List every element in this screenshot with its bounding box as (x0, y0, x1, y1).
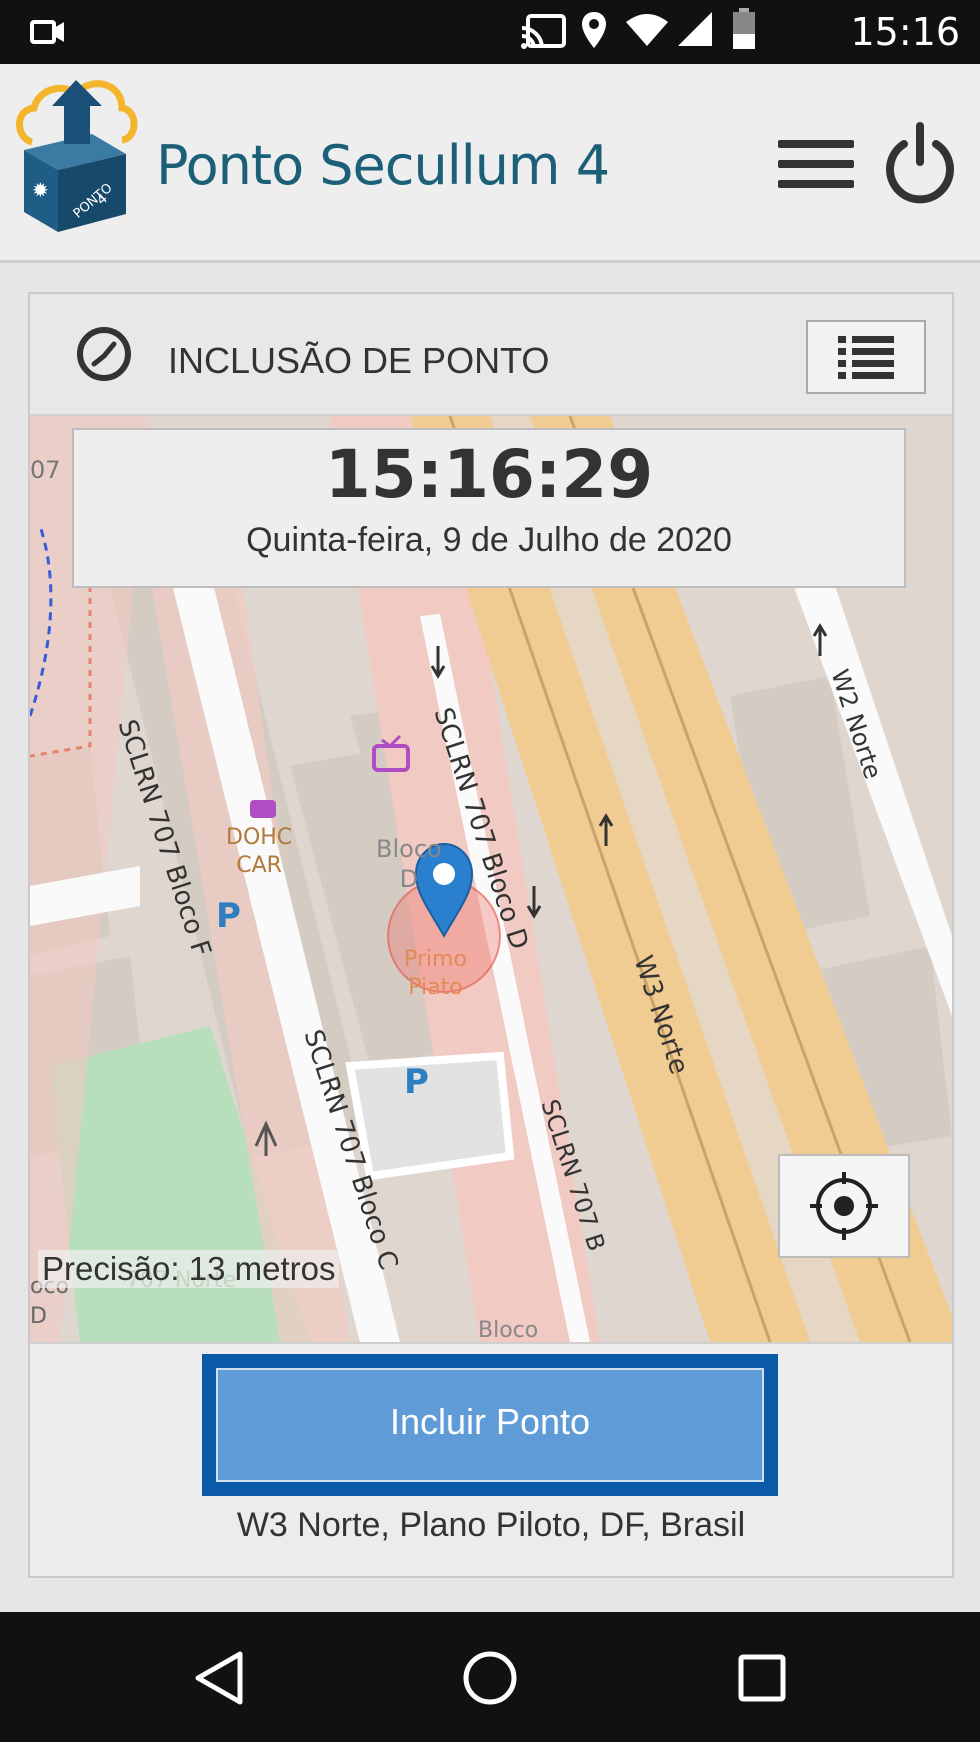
address-text: W3 Norte, Plano Piloto, DF, Brasil (236, 1506, 746, 1544)
app-logo: ✹ PONTO 4 (16, 80, 138, 232)
current-date: Quinta-feira, 9 de Julho de 2020 (246, 521, 732, 559)
svg-text:✹: ✹ (32, 178, 49, 202)
cast-icon (521, 14, 566, 49)
list-icon (838, 336, 894, 379)
action-area: Incluir Ponto W3 Norte, Plano Piloto, DF… (30, 1342, 952, 1576)
map-label-bloco-d: Bloco D (376, 835, 442, 893)
current-time: 15:16:29 (324, 436, 654, 513)
back-icon[interactable] (190, 1650, 250, 1706)
clock-icon (77, 327, 131, 381)
location-icon (582, 12, 606, 48)
signal-icon (678, 12, 712, 46)
clock-panel: 15:16:29 Quinta-feira, 9 de Julho de 202… (72, 428, 906, 588)
locate-icon (810, 1172, 878, 1240)
locate-button[interactable] (778, 1154, 910, 1258)
status-time: 15:16 (850, 10, 960, 54)
power-icon[interactable] (884, 122, 956, 204)
map-label-bloco-bottom: Bloco (478, 1318, 539, 1342)
precision-label: Precisão: 13 metros (38, 1250, 340, 1288)
list-button[interactable] (806, 320, 926, 394)
map-label-dohc-car: DOHC CAR (226, 825, 293, 878)
include-punch-button[interactable]: Incluir Ponto (202, 1354, 778, 1496)
status-bar: 15:16 (0, 0, 980, 64)
home-icon[interactable] (460, 1650, 520, 1710)
include-punch-label: Incluir Ponto (216, 1368, 764, 1482)
card-header: INCLUSÃO DE PONTO (30, 294, 952, 416)
map-label-07: 07 (30, 456, 61, 484)
map-label-parking-2: P (404, 1062, 429, 1102)
navigation-bar (0, 1612, 980, 1742)
video-icon (30, 20, 64, 44)
recents-icon[interactable] (736, 1652, 788, 1704)
app-title: Ponto Secullum 4 (156, 134, 610, 197)
menu-icon[interactable] (776, 136, 856, 192)
app-header: ✹ PONTO 4 Ponto Secullum 4 (0, 64, 980, 263)
punch-card: INCLUSÃO DE PONTO 07 SCLRN 707 Bloco F S… (28, 292, 954, 1578)
map-view[interactable]: 07 SCLRN 707 Bloco F SCLRN 707 Bloco D S… (30, 416, 952, 1342)
map-label-parking-1: P (216, 896, 241, 936)
map-label-primo-piato: Primo Piato (404, 947, 467, 1000)
battery-icon (733, 8, 755, 49)
wifi-icon (626, 14, 668, 46)
card-title: INCLUSÃO DE PONTO (168, 340, 550, 381)
